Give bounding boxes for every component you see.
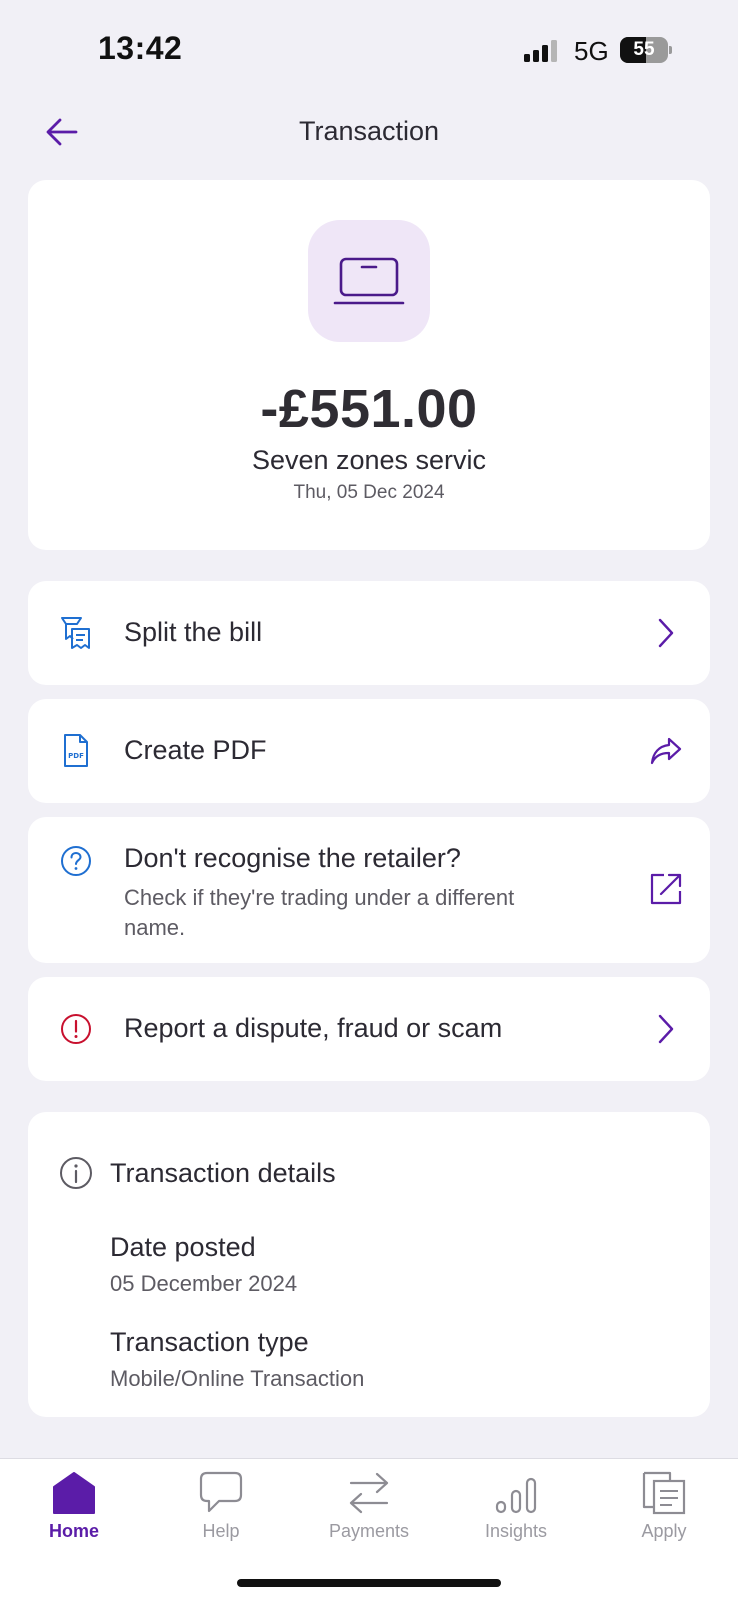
insights-bars-icon [495,1477,537,1514]
header: Transaction [0,100,738,164]
transfer-arrows-icon [349,1472,389,1514]
home-indicator[interactable] [237,1579,501,1587]
receipt-split-icon [58,615,94,651]
transaction-amount: -£551.00 [260,379,478,439]
battery-icon: 55 [620,37,672,63]
speech-bubble-icon [199,1471,243,1513]
tab-help-label: Help [202,1521,240,1541]
signal-icon [524,40,557,62]
info-circle-icon [60,1157,92,1189]
unrecognised-retailer-subtext: Check if they're trading under a differe… [124,885,515,940]
merchant-icon-tile [308,220,430,342]
external-link-icon [648,871,684,907]
network-type: 5G [574,36,609,66]
create-pdf-button[interactable]: PDF Create PDF [28,699,710,803]
date-posted-label: Date posted [110,1232,256,1262]
transaction-type-value: Mobile/Online Transaction [110,1366,365,1391]
share-arrow-icon [648,733,684,769]
report-dispute-button[interactable]: Report a dispute, fraud or scam [28,977,710,1081]
tab-insights[interactable]: Insights [442,1459,590,1569]
chevron-right-icon [648,1011,684,1047]
transaction-summary-card: -£551.00 Seven zones servic Thu, 05 Dec … [28,180,710,550]
tab-payments-label: Payments [328,1521,410,1541]
exclamation-circle-icon [58,1011,94,1047]
pdf-file-icon: PDF [58,733,94,769]
battery-level: 55 [633,39,655,60]
tab-insights-label: Insights [484,1521,548,1541]
status-bar: 13:42 5G 55 [0,0,738,100]
tab-home-label: Home [48,1521,99,1541]
tab-apply[interactable]: Apply [590,1459,738,1569]
tab-payments[interactable]: Payments [295,1459,443,1569]
split-bill-label: Split the bill [124,617,263,647]
create-pdf-label: Create PDF [124,735,267,765]
transaction-type-label: Transaction type [110,1327,309,1357]
tab-apply-label: Apply [641,1521,687,1541]
tab-help[interactable]: Help [147,1459,295,1569]
transaction-details-card: Transaction details Date posted 05 Decem… [28,1112,710,1417]
page-title: Transaction [298,116,440,146]
chevron-right-icon [648,615,684,651]
transaction-date: Thu, 05 Dec 2024 [293,482,445,503]
documents-icon [642,1471,686,1515]
details-title: Transaction details [110,1158,336,1188]
tab-home[interactable]: Home [0,1459,148,1569]
date-posted-value: 05 December 2024 [110,1271,298,1296]
laptop-icon [333,257,405,305]
home-icon [53,1472,95,1514]
report-dispute-label: Report a dispute, fraud or scam [124,1013,503,1043]
split-bill-button[interactable]: Split the bill [28,581,710,685]
unrecognised-retailer-link[interactable]: Don't recognise the retailer? Check if t… [28,817,710,963]
svg-text:PDF: PDF [68,752,84,760]
unrecognised-retailer-label: Don't recognise the retailer? [124,843,461,873]
merchant-name: Seven zones servic [251,445,487,475]
status-time: 13:42 [98,30,183,66]
question-circle-icon [58,843,94,879]
